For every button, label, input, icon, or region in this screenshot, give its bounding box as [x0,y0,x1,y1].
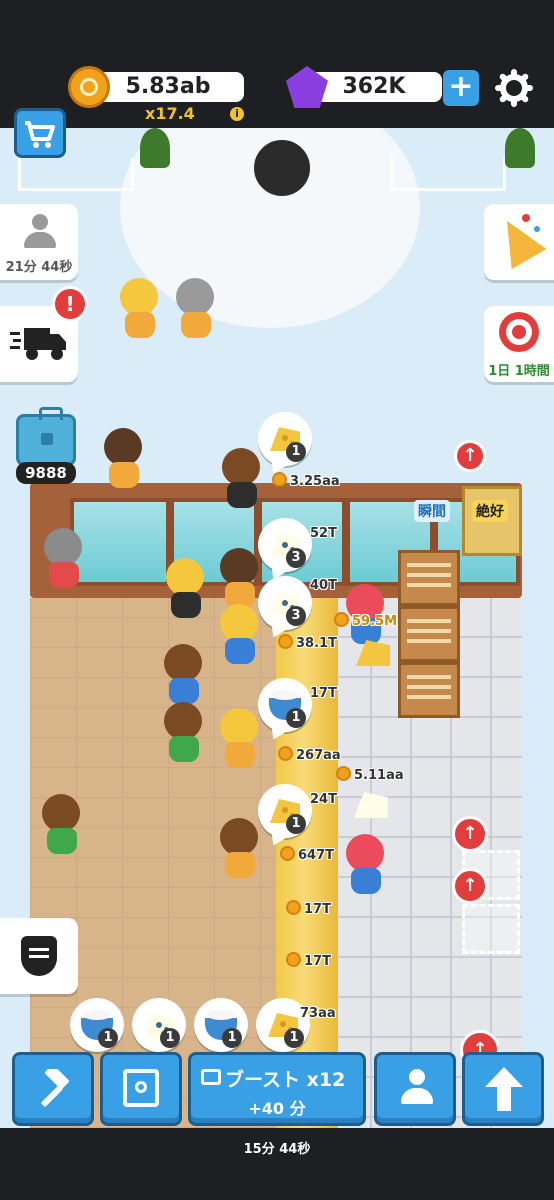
customer [220,708,260,768]
order-bubble: 1 [258,678,312,743]
manager-button[interactable] [374,1052,456,1126]
price-label: 17T [310,686,337,701]
challenge-button[interactable]: 1日 1時間 [484,306,554,382]
delivery-button[interactable]: ! [0,286,88,382]
customer [44,528,84,588]
coin-icon [68,66,110,108]
customer [220,548,260,608]
order-bubble: 1 [258,784,312,849]
boost-button[interactable]: ブースト x12 +40 分 [188,1052,366,1126]
cheese-station[interactable] [398,606,460,662]
customer-timer-button[interactable]: 21分 44秒 [0,204,78,280]
customer [42,794,82,854]
order-bubble: 3 [258,518,312,583]
boost-sub: +40 分 [248,1099,306,1118]
cheese-station[interactable] [398,550,460,606]
boost-label: ブースト x12 [225,1069,346,1091]
price-label: 52T [310,526,337,541]
hammer-icon [41,1069,69,1107]
settings-gear-icon[interactable] [494,68,534,108]
price-label: 59.5M [334,612,397,629]
empty-slot[interactable] [462,904,520,954]
price-label: 17T [286,900,331,917]
customer-waiting [120,278,160,338]
top-hud: 5.83ab x17.4 i 362K + [0,0,554,128]
order-bubble: 1 [70,998,124,1052]
vault-button[interactable] [100,1052,182,1126]
footer-timer: 15分 44秒 [243,1142,311,1157]
instant-tag: 瞬間 [414,500,450,522]
gem-counter: 362K [306,72,442,102]
order-bubble: 3 [258,576,312,641]
event-timer: 1日 1時間 [488,364,550,379]
manager-person-icon [401,1069,433,1107]
burger-icon [21,936,57,976]
price-label: 5.11aa [336,766,404,783]
menu-button[interactable] [0,918,78,994]
shop-cart-icon [25,121,55,148]
toolbox-icon [16,407,76,466]
customer [164,644,204,704]
customer-waiting [176,278,216,338]
shop-button[interactable] [14,108,66,158]
toolbox-button[interactable]: 9888 [14,407,80,490]
customer [220,604,260,664]
target-icon [499,312,539,352]
price-label: 17T [286,952,331,969]
safe-icon [123,1069,159,1107]
price-label: 73aa [300,1006,336,1021]
price-label: 267aa [278,746,341,763]
potted-plant [505,128,535,168]
order-bubble: 1 [132,998,186,1052]
upgrade-arrow-icon[interactable]: ↑ [452,868,488,904]
alert-badge: ! [52,286,88,322]
price-label: 24T [310,792,337,807]
customer [166,558,206,618]
customer [222,448,262,508]
excellent-tag: 絶好 [472,500,508,522]
upgrade-arrow-icon [485,1067,523,1111]
party-popper-icon [489,210,547,270]
person-icon [24,214,56,250]
upgrade-arrow-icon[interactable]: ↑ [452,816,488,852]
customer-timer: 21分 44秒 [5,260,73,275]
customer [220,818,260,878]
event-button[interactable] [484,204,554,280]
toolbox-count: 9888 [16,462,76,484]
ad-icon [201,1069,221,1085]
income-multiplier: x17.4 [145,104,195,123]
potted-plant [140,128,170,168]
upgrade-button[interactable] [462,1052,544,1126]
coin-counter: 5.83ab [92,72,244,102]
customer [104,428,144,488]
price-label: 3.25aa [272,472,340,489]
upgrade-arrow-icon[interactable]: ↑ [454,440,486,472]
fountain-hole [250,136,314,200]
price-label: 647T [280,846,334,863]
price-label: 38.1T [278,634,337,651]
cheese-station[interactable] [398,662,460,718]
chef [346,834,386,894]
order-bubble: 1 [258,412,312,477]
info-icon[interactable]: i [230,107,244,121]
price-label: 40T [310,578,337,593]
customer [164,702,204,762]
order-bubble: 1 [194,998,248,1052]
truck-icon [10,328,66,360]
build-button[interactable] [12,1052,94,1126]
game-world[interactable]: 瞬間 絶好 ↑ ↑ ↑ ↑ 1 3 3 1 1 1 1 1 1 3.25aa 5… [0,128,554,1128]
add-gems-button[interactable]: + [443,70,479,106]
